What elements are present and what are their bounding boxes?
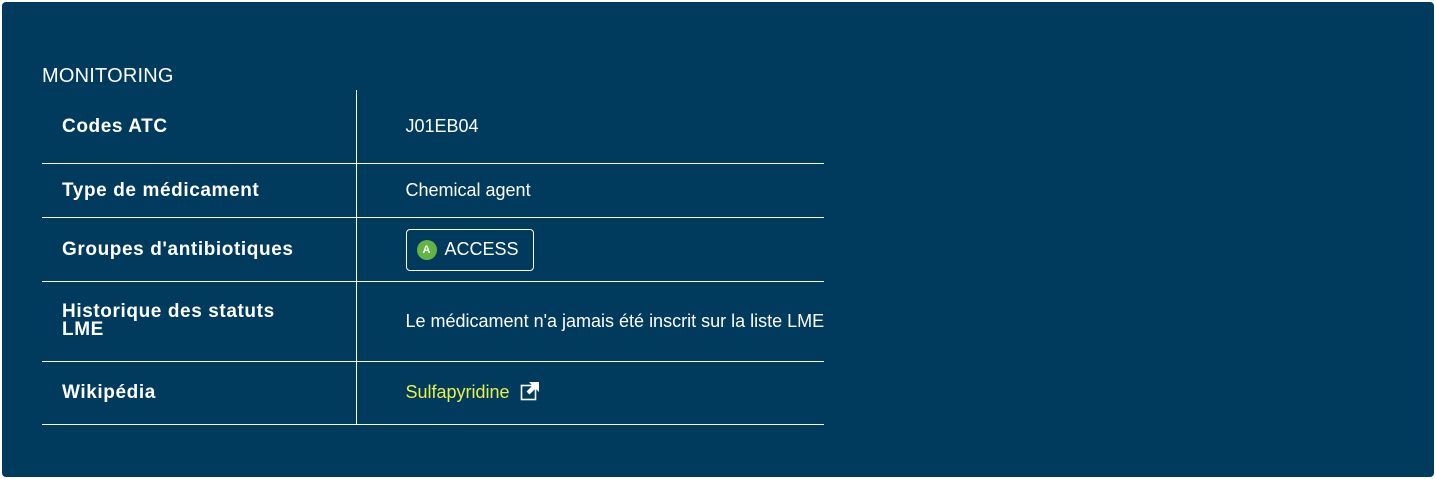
info-table: Codes ATC J01EB04 Type de médicament Che… bbox=[42, 90, 825, 425]
table-row: Wikipédia Sulfapyridine bbox=[42, 361, 825, 425]
row-value: A ACCESS bbox=[356, 217, 825, 282]
row-label: Type de médicament bbox=[42, 163, 357, 218]
access-group-icon: A bbox=[416, 239, 437, 260]
access-badge-label: ACCESS bbox=[444, 239, 519, 259]
row-value: Le médicament n'a jamais été inscrit sur… bbox=[356, 281, 825, 362]
monitoring-panel: MONITORING Codes ATC J01EB04 Type de méd… bbox=[2, 2, 1434, 477]
table-row: Groupes d'antibiotiques A ACCESS bbox=[42, 217, 825, 282]
table-row: Historique des statuts LME Le médicament… bbox=[42, 281, 825, 362]
row-value: Sulfapyridine bbox=[356, 361, 825, 425]
row-label: Historique des statuts LME bbox=[42, 281, 357, 362]
row-value: Chemical agent bbox=[356, 163, 825, 218]
table-row: Codes ATC J01EB04 bbox=[42, 90, 825, 164]
access-badge[interactable]: A ACCESS bbox=[405, 228, 534, 271]
table-row: Type de médicament Chemical agent bbox=[42, 163, 825, 218]
row-label: Codes ATC bbox=[42, 90, 357, 164]
wikipedia-link[interactable]: Sulfapyridine bbox=[406, 382, 510, 402]
section-title: MONITORING bbox=[42, 65, 174, 87]
row-label: Groupes d'antibiotiques bbox=[42, 217, 357, 282]
row-value: J01EB04 bbox=[356, 90, 825, 164]
row-label: Wikipédia bbox=[42, 361, 357, 425]
external-link-icon[interactable] bbox=[520, 381, 540, 406]
